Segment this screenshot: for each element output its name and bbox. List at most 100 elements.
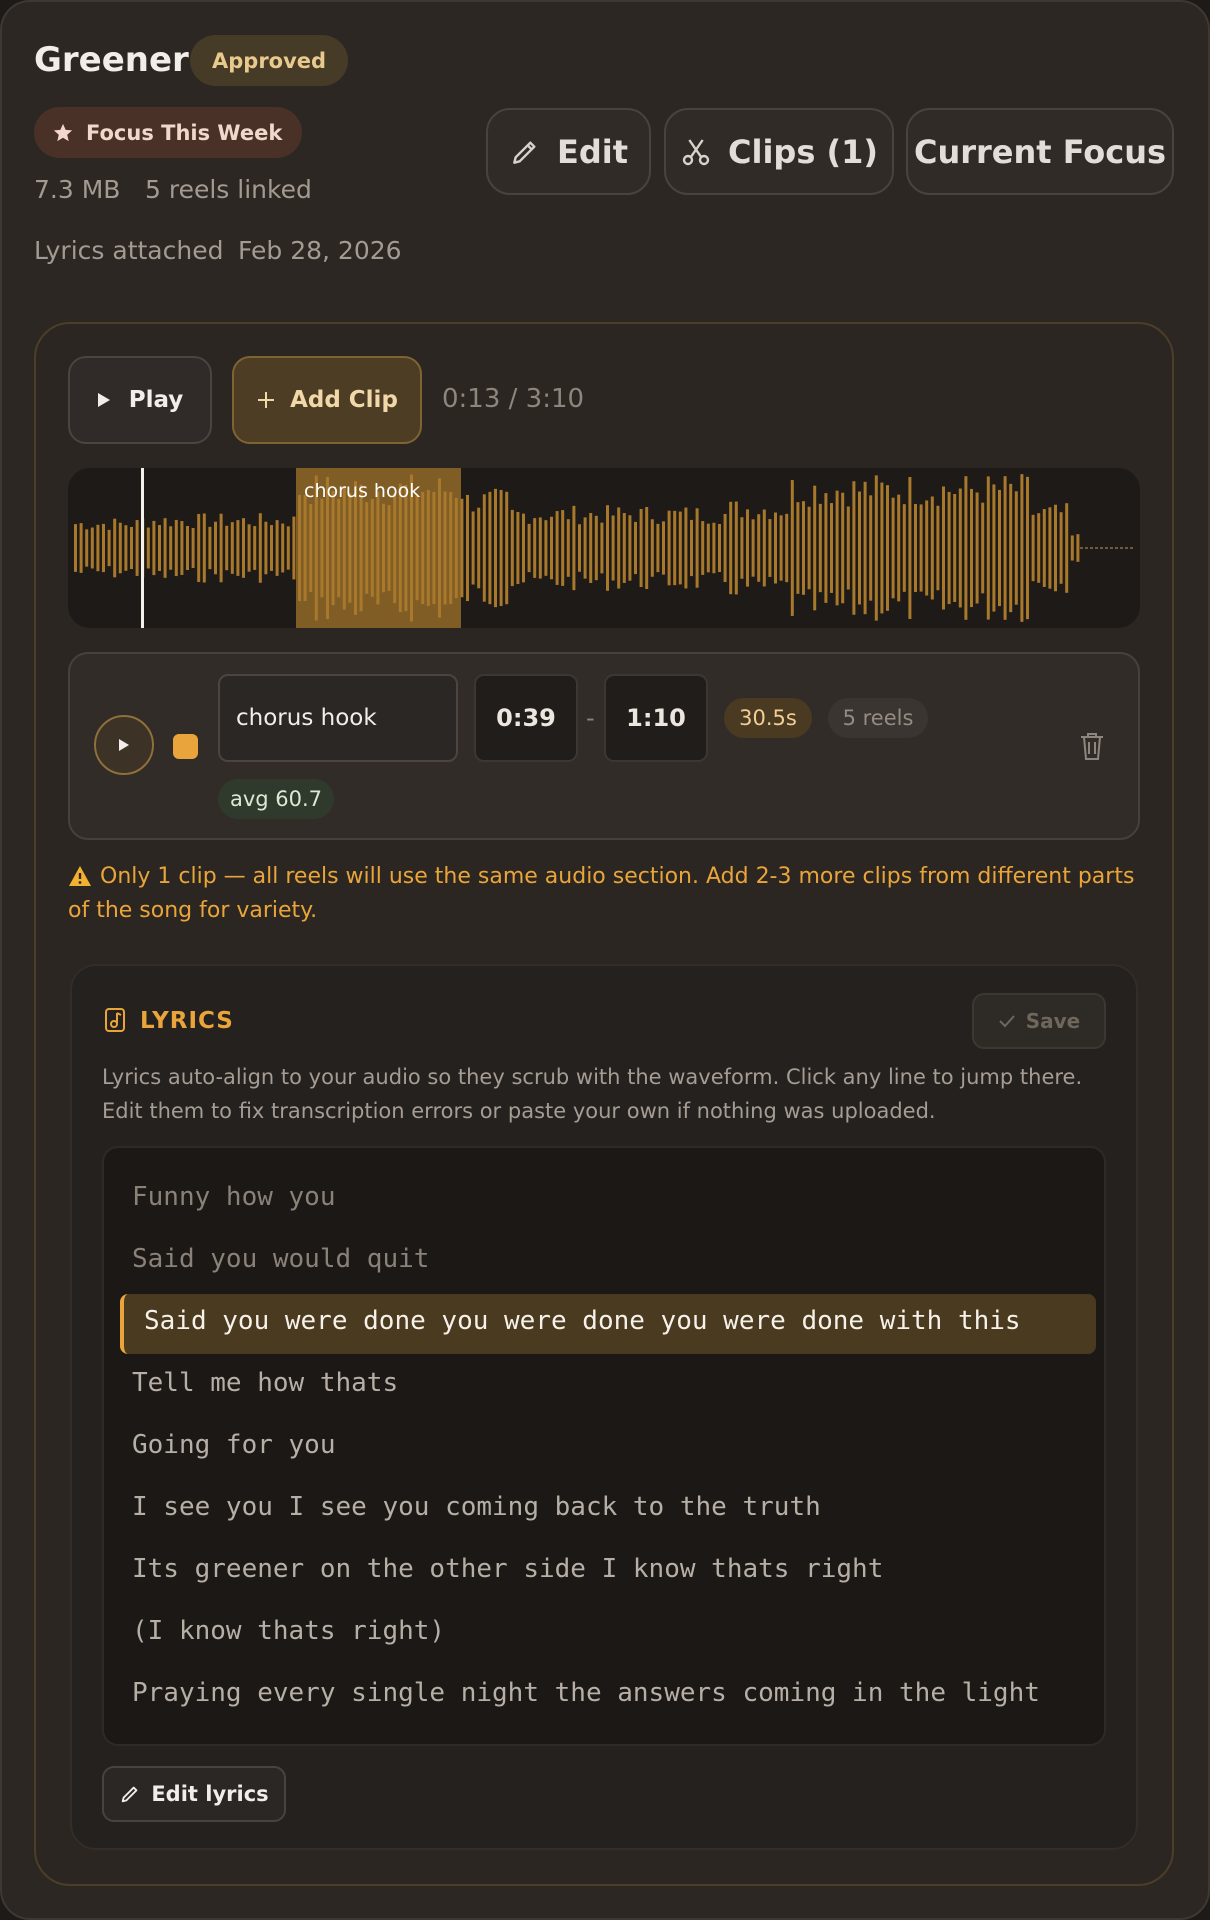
lyric-line[interactable]: Going for you <box>132 1430 336 1460</box>
trash-icon[interactable] <box>1079 731 1105 761</box>
waveform-bar <box>555 511 559 585</box>
pencil-icon <box>513 140 536 164</box>
play-button[interactable]: Play <box>68 356 212 444</box>
waveform-bar <box>964 476 968 620</box>
file-size: 7.3 MB <box>34 175 121 204</box>
waveform-bar <box>466 494 469 602</box>
waveform-bar <box>488 491 492 605</box>
waveform-bar <box>298 494 301 602</box>
waveform-bar <box>757 514 761 582</box>
edit-lyrics-button[interactable]: Edit lyrics <box>102 1766 286 1822</box>
waveform-bar <box>902 504 906 592</box>
waveform-bar <box>566 519 570 577</box>
waveform-bar <box>146 527 150 569</box>
add-clip-label: Add Clip <box>290 387 398 413</box>
waveform-bar <box>606 505 609 591</box>
add-clip-button[interactable]: Add Clip <box>232 356 422 444</box>
waveform-bar <box>774 512 777 584</box>
lyric-line-active[interactable]: Said you were done you were done you wer… <box>144 1306 1021 1336</box>
waveform-bar <box>124 525 128 571</box>
warning-message: Only 1 clip — all reels will use the sam… <box>68 860 1140 928</box>
waveform-bar <box>908 477 912 619</box>
waveform-bar <box>494 488 497 608</box>
warning-text: Only 1 clip — all reels will use the sam… <box>68 864 1135 923</box>
lyrics-heading: LYRICS <box>140 1008 234 1034</box>
waveform-bar <box>398 483 402 613</box>
waveform-bar <box>572 505 576 591</box>
waveform-bar <box>622 512 626 584</box>
waveform-bar <box>790 480 794 616</box>
save-lyrics-button[interactable]: Save <box>972 993 1106 1049</box>
waveform-bar <box>477 507 481 589</box>
waveform-bar <box>796 502 800 594</box>
clip-play-button[interactable] <box>94 715 154 775</box>
clip-end-input[interactable]: 1:10 <box>604 674 708 762</box>
waveform-bar <box>404 484 408 612</box>
clips-button[interactable]: Clips (1) <box>664 108 894 195</box>
waveform-bar <box>438 478 441 618</box>
waveform-bar <box>639 509 643 587</box>
lyric-line[interactable]: Said you would quit <box>132 1244 429 1274</box>
waveform-bar <box>421 491 425 605</box>
waveform-bars <box>74 474 1133 622</box>
waveform-bar <box>449 491 453 605</box>
play-icon <box>97 393 110 407</box>
clip-start-input[interactable]: 0:39 <box>474 674 578 762</box>
waveform-bar <box>393 492 397 604</box>
lyric-line[interactable]: Praying every single night the answers c… <box>132 1678 1040 1708</box>
waveform-bar <box>225 525 229 571</box>
waveform-bar <box>1031 514 1035 582</box>
waveform-bar <box>270 525 273 571</box>
playhead[interactable] <box>141 468 144 628</box>
clip-name-input[interactable]: chorus hook <box>218 674 458 762</box>
waveform-bar <box>264 521 268 575</box>
lyric-line[interactable]: Funny how you <box>132 1182 336 1212</box>
lyric-line[interactable]: Tell me how thats <box>132 1368 398 1398</box>
waveform-bar <box>695 508 699 588</box>
lyric-line[interactable]: Its greener on the other side I know tha… <box>132 1554 883 1584</box>
waveform-bar <box>690 519 693 577</box>
waveform-bar <box>942 486 945 610</box>
waveform-tail-dot <box>1115 547 1118 549</box>
waveform-bar <box>874 475 878 621</box>
waveform-bar <box>807 506 811 590</box>
waveform-bar <box>320 498 324 598</box>
waveform-tail-dot <box>1110 547 1113 549</box>
waveform-bar <box>751 519 755 577</box>
lyrics-help-text: Lyrics auto-align to your audio so they … <box>102 1065 1083 1123</box>
waveform-bar <box>202 513 206 583</box>
check-icon <box>999 1015 1015 1028</box>
waveform-bar <box>762 509 766 587</box>
waveform[interactable]: chorus hook <box>68 468 1140 628</box>
current-focus-button[interactable]: Current Focus <box>906 108 1174 195</box>
focus-label: Focus This Week <box>86 120 283 145</box>
waveform-tail-dot <box>1130 547 1133 549</box>
save-label: Save <box>1025 1009 1081 1033</box>
waveform-bar <box>337 498 341 598</box>
waveform-bar <box>342 486 346 610</box>
waveform-bar <box>85 529 89 567</box>
waveform-bar <box>650 519 654 577</box>
waveform-bar <box>802 501 805 595</box>
waveform-bar <box>813 485 817 611</box>
waveform-bar <box>678 511 682 585</box>
waveform-bar <box>718 523 721 573</box>
lyric-line[interactable]: (I know thats right) <box>132 1616 445 1646</box>
waveform-bar <box>712 522 716 574</box>
waveform-bar <box>152 520 156 576</box>
waveform-bar <box>729 501 733 595</box>
lyric-line[interactable]: I see you I see you coming back to the t… <box>132 1492 821 1522</box>
star-icon <box>53 123 73 141</box>
waveform-bar <box>746 509 749 587</box>
waveform-bar <box>482 494 486 602</box>
waveform-bar <box>897 494 901 602</box>
waveform-bar <box>79 523 83 573</box>
waveform-bar <box>527 523 531 573</box>
waveform-bar <box>505 491 509 605</box>
clip-color-swatch[interactable] <box>173 734 198 759</box>
edit-button[interactable]: Edit <box>486 108 651 195</box>
waveform-bar <box>510 509 514 587</box>
waveform-bar <box>107 529 111 567</box>
waveform-bar <box>286 526 290 570</box>
waveform-bar <box>74 524 77 572</box>
